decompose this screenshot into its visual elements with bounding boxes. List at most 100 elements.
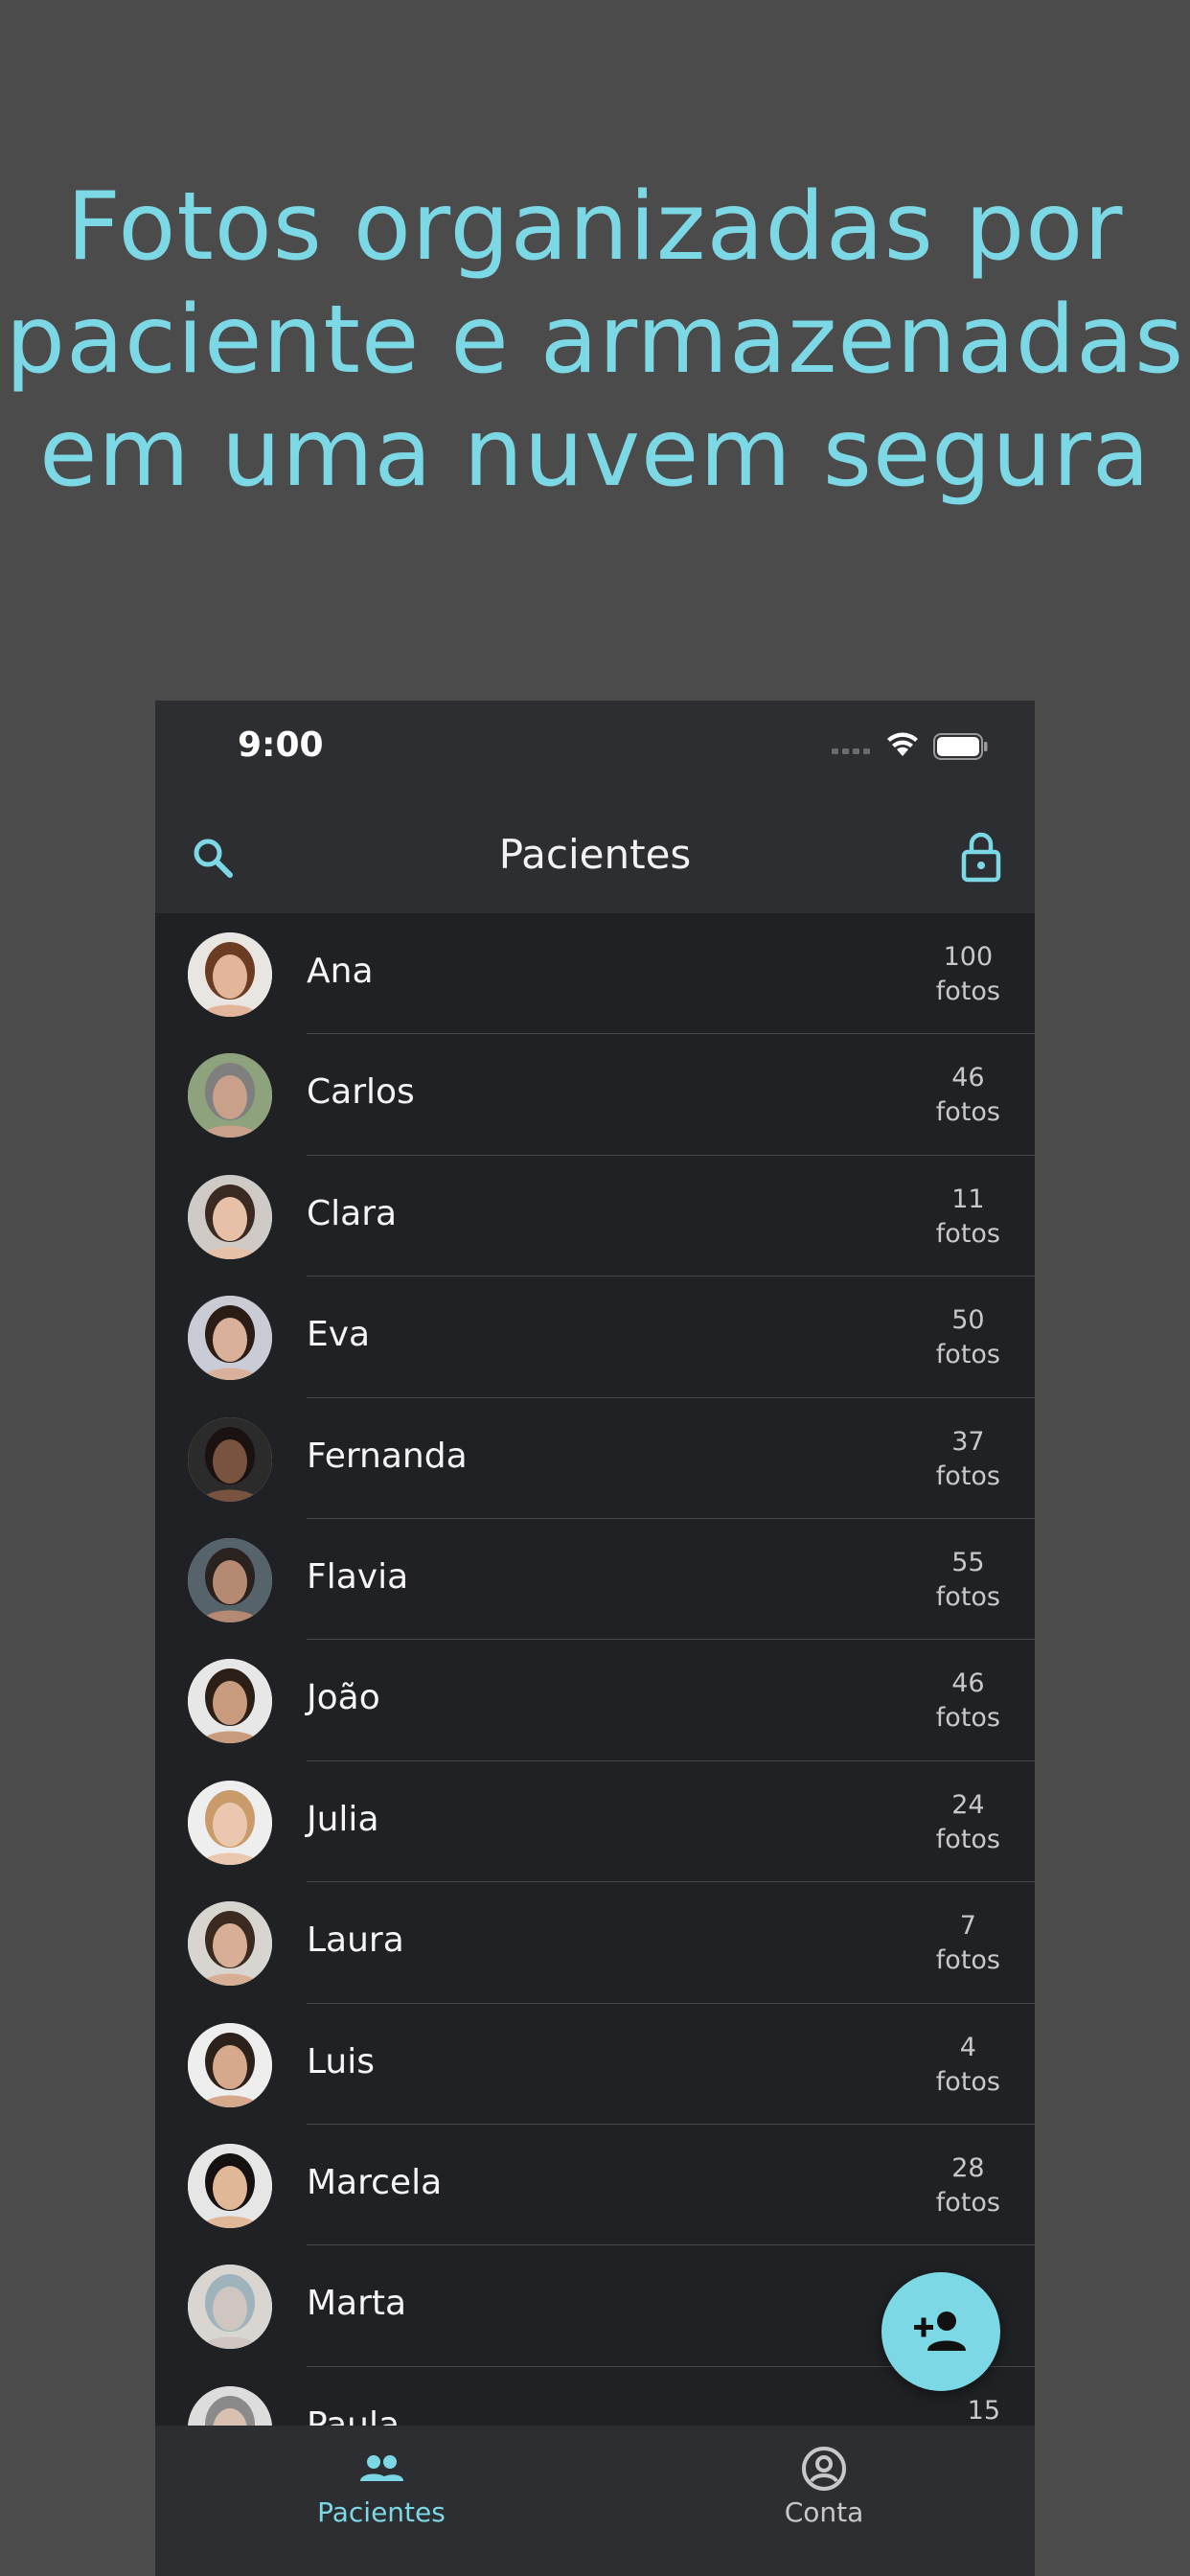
cellular-signal-icon [832, 748, 870, 754]
avatar-photo [188, 2385, 272, 2426]
patient-row[interactable]: Julia 24 fotos [155, 1761, 1035, 1883]
patient-name: Marcela [307, 2162, 443, 2202]
photo-count-unit: fotos [935, 1945, 1000, 1976]
avatar-photo [188, 1901, 272, 1987]
avatar [188, 932, 272, 1017]
photo-count-number: 4 [959, 2032, 976, 2062]
navigation-bar: Pacientes [155, 796, 1035, 913]
patient-name: Paula [307, 2404, 400, 2426]
patient-row[interactable]: Luis 4 fotos [155, 2004, 1035, 2125]
patient-name: João [307, 1678, 380, 1718]
avatar-photo [188, 1780, 272, 1865]
add-person-icon [914, 2312, 966, 2351]
patient-name: Clara [307, 1193, 398, 1233]
avatar [188, 1659, 272, 1744]
photo-count-number: 46 [951, 1063, 985, 1093]
patient-name: Luis [307, 2041, 375, 2082]
photo-count-number: 50 [951, 1305, 985, 1336]
photo-count-number: 7 [959, 1911, 976, 1942]
photo-count-number: 100 [943, 942, 994, 972]
photo-count-number: 55 [951, 1547, 985, 1577]
photo-count: 11 fotos [936, 1183, 1000, 1252]
avatar-photo [188, 1296, 272, 1381]
patient-name: Fernanda [307, 1436, 468, 1476]
avatar-photo [188, 2143, 272, 2228]
photo-count: 55 fotos [936, 1546, 1000, 1615]
status-bar: 9:00 [155, 701, 1035, 796]
photo-count-number: 24 [951, 1789, 985, 1820]
add-patient-button[interactable] [881, 2272, 1000, 2391]
patient-name: Flavia [307, 1556, 409, 1597]
avatar-photo [188, 2022, 272, 2107]
photo-count-unit: fotos [935, 2187, 1000, 2218]
patient-row[interactable]: Eva 50 fotos [155, 1276, 1035, 1398]
patient-row[interactable]: Laura 7 fotos [155, 1882, 1035, 2004]
page-title: Pacientes [498, 831, 692, 878]
photo-count-unit: fotos [935, 1218, 1000, 1249]
photo-count-unit: fotos [935, 2066, 1000, 2097]
patient-name: Eva [307, 1315, 371, 1355]
patient-row[interactable]: Marcela 28 fotos [155, 2125, 1035, 2246]
avatar-photo [188, 1416, 272, 1502]
photo-count-number: 46 [951, 1668, 985, 1699]
photo-count: 24 fotos [936, 1788, 1000, 1857]
photo-count-unit: fotos [935, 1340, 1000, 1370]
photo-count: 7 fotos [936, 1909, 1000, 1978]
avatar [188, 2143, 272, 2228]
tab-label-conta: Conta [784, 2496, 864, 2528]
wifi-icon [887, 732, 918, 756]
avatar [188, 1901, 272, 1987]
tab-conta[interactable]: Conta [680, 2426, 968, 2576]
photo-count-unit: fotos [935, 1460, 1000, 1491]
avatar-photo [188, 2265, 272, 2350]
photo-count: 15 [968, 2394, 1000, 2426]
patient-name: Julia [307, 1799, 379, 1839]
status-time: 9:00 [238, 725, 324, 765]
promo-headline: Fotos organizadas por paciente e armazen… [0, 171, 1190, 510]
photo-count-unit: fotos [935, 1097, 1000, 1128]
tab-bar: Pacientes Conta [155, 2426, 1035, 2576]
photo-count-unit: fotos [935, 1824, 1000, 1854]
headline-line-3: em uma nuvem segura [39, 399, 1151, 508]
photo-count-number: 15 [967, 2395, 1000, 2426]
avatar [188, 1053, 272, 1138]
patient-name: Carlos [307, 1072, 415, 1113]
patient-row[interactable]: Flavia 55 fotos [155, 1519, 1035, 1641]
photo-count-number: 37 [951, 1426, 985, 1457]
photo-count-unit: fotos [935, 1703, 1000, 1734]
patient-row[interactable]: Fernanda 37 fotos [155, 1398, 1035, 1519]
patient-name: Marta [307, 2284, 407, 2324]
avatar-photo [188, 1659, 272, 1744]
patient-row[interactable]: Carlos 46 fotos [155, 1034, 1035, 1156]
phone-screen: 9:00 Pacientes Ana 100 fotos Carlos 46 f… [155, 701, 1035, 2576]
tab-label-pacientes: Pacientes [317, 2496, 446, 2528]
photo-count-number: 11 [951, 1184, 985, 1214]
photo-count: 46 fotos [936, 1667, 1000, 1736]
photo-count: 50 fotos [936, 1303, 1000, 1372]
avatar [188, 1780, 272, 1865]
avatar-photo [188, 1174, 272, 1259]
patient-row[interactable]: João 46 fotos [155, 1640, 1035, 1761]
patient-row[interactable]: Clara 11 fotos [155, 1156, 1035, 1277]
patient-list: Ana 100 fotos Carlos 46 fotos Clara 11 fotos Eva 5… [155, 913, 1035, 2426]
patient-name: Ana [307, 952, 374, 991]
avatar-photo [188, 1053, 272, 1138]
headline-line-2: paciente e armazenadas [5, 286, 1185, 395]
avatar [188, 2022, 272, 2107]
people-icon [360, 2455, 403, 2481]
photo-count: 28 fotos [936, 2151, 1000, 2220]
lock-icon[interactable] [960, 831, 1002, 883]
photo-count-unit: fotos [935, 977, 1000, 1006]
tab-pacientes[interactable]: Pacientes [238, 2426, 525, 2576]
photo-count-number: 28 [951, 2152, 985, 2183]
photo-count: 37 fotos [936, 1425, 1000, 1494]
avatar-photo [188, 1537, 272, 1622]
photo-count: 46 fotos [936, 1061, 1000, 1130]
avatar [188, 1296, 272, 1381]
battery-icon [933, 733, 988, 760]
account-circle-icon [802, 2447, 846, 2491]
avatar [188, 1537, 272, 1622]
avatar [188, 2265, 272, 2350]
headline-line-1: Fotos organizadas por [66, 172, 1124, 282]
patient-row[interactable]: Ana 100 fotos [155, 913, 1035, 1035]
